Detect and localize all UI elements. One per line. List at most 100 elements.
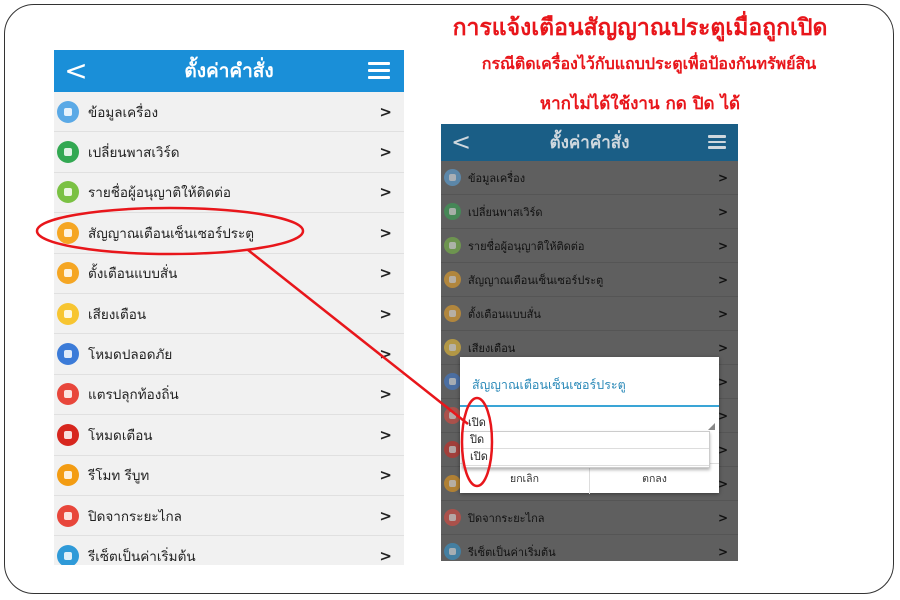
settings-row-label: สัญญาณเตือนเซ็นเซอร์ประตู: [88, 225, 255, 242]
settings-row-label: โหมดเตือน: [88, 427, 153, 444]
settings-row[interactable]: ตั้งเตือนแบบสั่น >: [54, 254, 404, 294]
contacts-icon: [57, 181, 79, 204]
caption-note: หากไม่ได้ใช้งาน กด ปิด ได้: [539, 94, 741, 114]
chevron-right-icon: >: [379, 506, 392, 525]
header-bar: < ตั้งค่าคำสั่ง: [441, 124, 738, 161]
settings-row-label: ข้อมูลเครื่อง: [88, 104, 159, 121]
shield-icon: [57, 343, 79, 366]
caption-subtitle: กรณีติดเครื่องไว้กับแถบประตูเพื่อป้องกัน…: [481, 54, 817, 73]
settings-row[interactable]: สัญญาณเตือนเซ็นเซอร์ประตู >: [54, 213, 404, 254]
settings-screen-dimmed: < ตั้งค่าคำสั่ง ข้อมูลเครื่อง > เปลี่ยนพาส…: [441, 124, 738, 561]
reset-icon: [57, 544, 79, 565]
key-icon: [57, 141, 79, 164]
chevron-right-icon: >: [379, 546, 392, 565]
chevron-right-icon: >: [717, 476, 728, 491]
back-icon[interactable]: <: [449, 124, 473, 161]
chevron-right-icon: >: [379, 223, 392, 242]
state-options: ปิด เปิด: [462, 431, 710, 468]
power-icon: [57, 504, 79, 527]
chevron-right-icon: >: [717, 374, 728, 389]
sound-icon: [444, 339, 461, 356]
settings-row[interactable]: ข้อมูลเครื่อง >: [54, 92, 404, 133]
settings-row-label: เสียงเตือน: [468, 341, 516, 355]
settings-row[interactable]: รายชื่อผู้อนุญาติให้ติดต่อ >: [441, 229, 738, 263]
chevron-right-icon: >: [379, 345, 392, 364]
ok-button[interactable]: ตกลง: [589, 464, 719, 494]
dialog-title: สัญญาณเตือนเซ็นเซอร์ประตู: [472, 377, 626, 392]
alarm-icon: [444, 441, 461, 458]
settings-row[interactable]: เปลี่ยนพาสเวิร์ด >: [54, 132, 404, 173]
device-info-icon: [444, 169, 461, 186]
reboot-icon: [444, 475, 461, 492]
settings-row-label: เปลี่ยนพาสเวิร์ด: [88, 145, 180, 162]
caption-title: การแจ้งเตือนสัญญาณประตูเมื่อถูกเปิด: [452, 15, 828, 41]
settings-row-label: รีเซ็ตเป็นค่าเริ่มต้น: [468, 545, 556, 559]
settings-row-label: สัญญาณเตือนเซ็นเซอร์ประตู: [468, 273, 604, 287]
settings-row[interactable]: ปิดจากระยะไกล >: [441, 501, 738, 535]
settings-row-label: รายชื่อผู้อนุญาติให้ติดต่อ: [468, 239, 585, 253]
sos-icon: [57, 221, 79, 244]
vibrate-icon: [444, 305, 461, 322]
settings-row-label: ตั้งเตือนแบบสั่น: [88, 266, 178, 283]
list-menu-icon[interactable]: [368, 62, 390, 80]
settings-row[interactable]: เปลี่ยนพาสเวิร์ด >: [441, 195, 738, 229]
horn-icon: [57, 383, 79, 406]
settings-row-label: เสียงเตือน: [88, 306, 147, 323]
settings-row-label: รีเซ็ตเป็นค่าเริ่มต้น: [88, 548, 196, 565]
chevron-right-icon: >: [379, 385, 392, 404]
settings-row[interactable]: สัญญาณเตือนเซ็นเซอร์ประตู >: [441, 263, 738, 297]
settings-row-label: ข้อมูลเครื่อง: [468, 171, 526, 185]
back-icon[interactable]: <: [64, 50, 88, 92]
list-menu-icon[interactable]: [708, 135, 726, 149]
alarm-icon: [57, 423, 79, 446]
settings-row[interactable]: เสียงเตือน >: [54, 294, 404, 335]
chevron-right-icon: >: [379, 102, 392, 121]
chevron-right-icon: >: [717, 510, 728, 525]
chevron-right-icon: >: [717, 442, 728, 457]
settings-row[interactable]: รีเซ็ตเป็นค่าเริ่มต้น >: [441, 535, 738, 561]
sos-icon: [444, 271, 461, 288]
settings-row-label: ตั้งเตือนแบบสั่น: [468, 307, 541, 321]
settings-row[interactable]: รายชื่อผู้อนุญาติให้ติดต่อ >: [54, 173, 404, 214]
settings-row-label: รีโมท รีบูท: [88, 468, 150, 485]
settings-screen: < ตั้งค่าคำสั่ง ข้อมูลเครื่อง > เปลี่ยนพาส…: [54, 50, 404, 565]
chevron-right-icon: >: [717, 544, 728, 559]
settings-row-label: โหมดปลอดภัย: [88, 347, 173, 364]
settings-row[interactable]: โหมดเตือน >: [54, 415, 404, 456]
header-bar: < ตั้งค่าคำสั่ง: [54, 50, 404, 92]
settings-row[interactable]: โหมดปลอดภัย >: [54, 334, 404, 375]
contacts-icon: [444, 237, 461, 254]
power-icon: [444, 509, 461, 526]
settings-row-label: เปลี่ยนพาสเวิร์ด: [468, 205, 543, 219]
dialog-divider: [460, 405, 719, 407]
chevron-right-icon: >: [717, 204, 728, 219]
page-title: ตั้งค่าคำสั่ง: [549, 133, 630, 153]
settings-row[interactable]: ปิดจากระยะไกล >: [54, 496, 404, 537]
settings-row[interactable]: ข้อมูลเครื่อง >: [441, 161, 738, 195]
device-info-icon: [57, 100, 79, 123]
key-icon: [444, 203, 461, 220]
option-on[interactable]: เปิด: [463, 449, 709, 466]
page-title: ตั้งค่าคำสั่ง: [184, 60, 274, 82]
reboot-icon: [57, 464, 79, 487]
settings-row-label: แตรปลุกท้องถิ่น: [88, 387, 179, 404]
cancel-button[interactable]: ยกเลิก: [460, 464, 589, 494]
settings-row[interactable]: รีเซ็ตเป็นค่าเริ่มต้น >: [54, 536, 404, 565]
state-select[interactable]: เปิด: [468, 413, 486, 431]
chevron-right-icon: >: [717, 306, 728, 321]
chevron-right-icon: >: [379, 183, 392, 202]
chevron-right-icon: >: [717, 170, 728, 185]
chevron-right-icon: >: [379, 425, 392, 444]
settings-row[interactable]: รีโมท รีบูท >: [54, 456, 404, 496]
vibrate-icon: [57, 262, 79, 285]
settings-row[interactable]: ตั้งเตือนแบบสั่น >: [441, 297, 738, 331]
chevron-right-icon: >: [717, 272, 728, 287]
option-off[interactable]: ปิด: [463, 432, 709, 449]
settings-row-label: ปิดจากระยะไกล: [88, 508, 182, 525]
horn-icon: [444, 407, 461, 424]
chevron-right-icon: >: [717, 408, 728, 423]
settings-row[interactable]: แตรปลุกท้องถิ่น >: [54, 375, 404, 416]
chevron-right-icon: >: [379, 143, 392, 162]
dropdown-arrow-icon[interactable]: [708, 423, 715, 430]
chevron-right-icon: >: [717, 238, 728, 253]
